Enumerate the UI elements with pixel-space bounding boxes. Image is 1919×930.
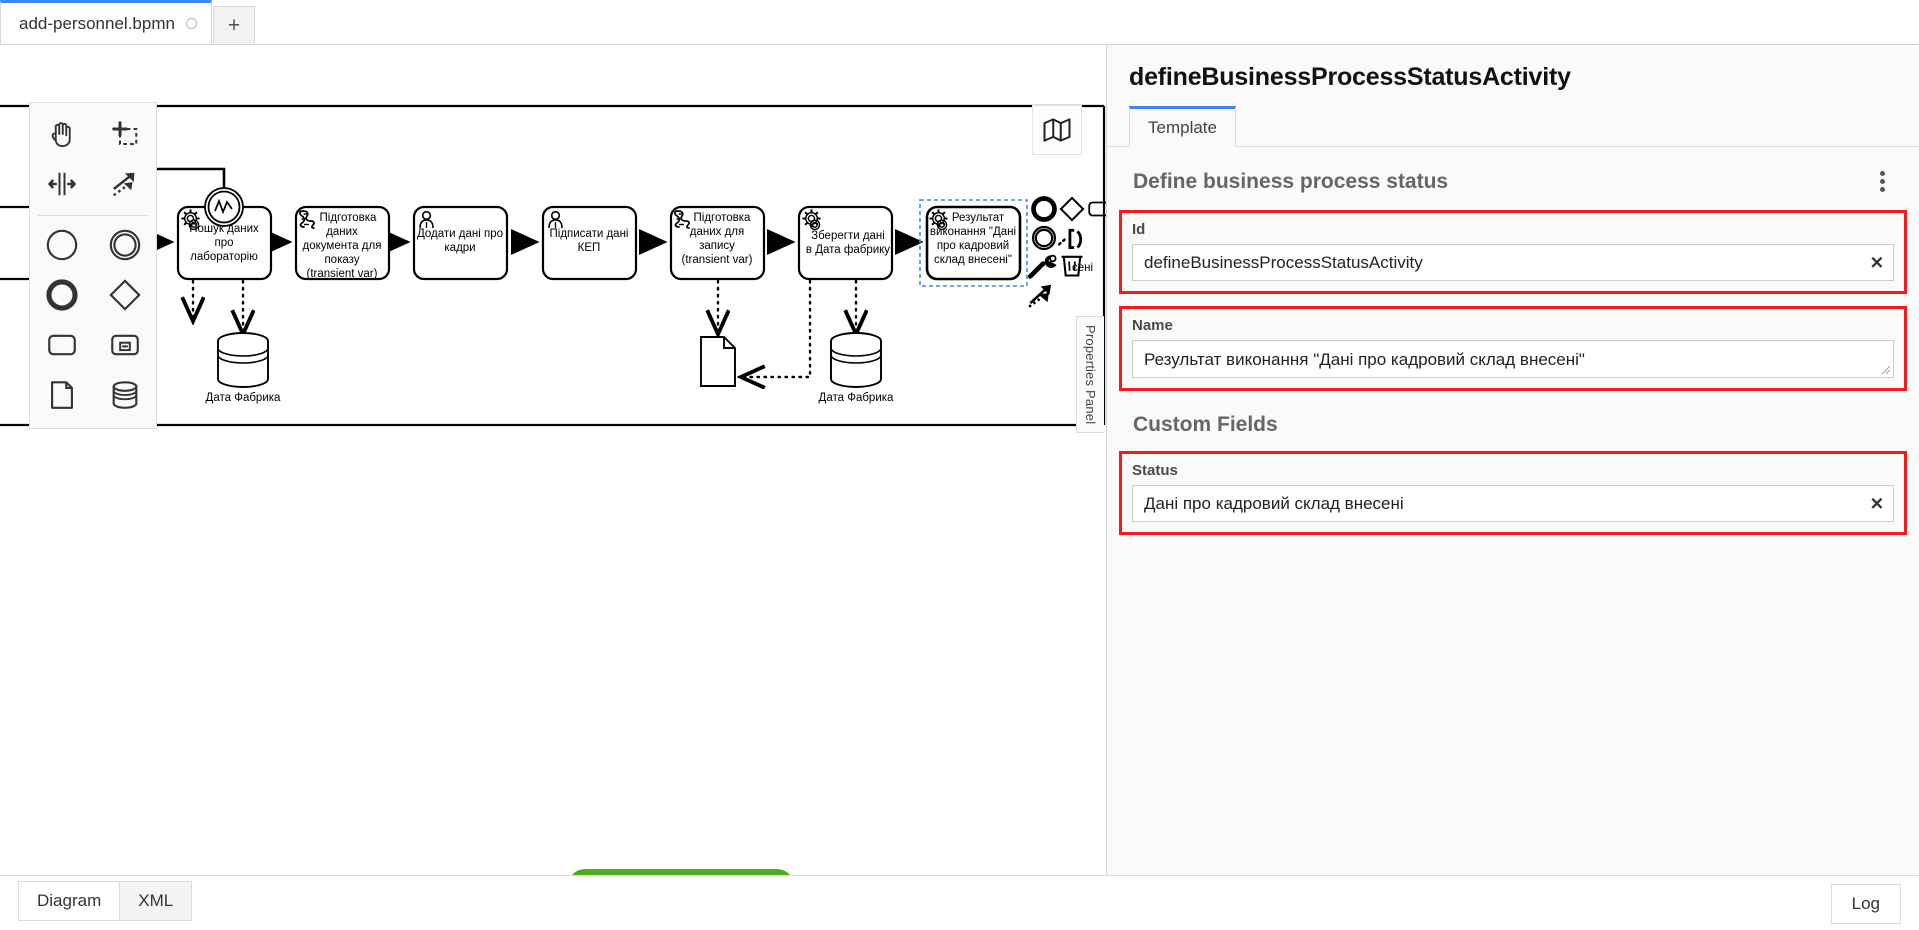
status-input[interactable]: Дані про кадровий склад внесені — [1132, 485, 1894, 522]
data-object-icon[interactable] — [30, 370, 93, 420]
svg-text:(transient var): (transient var) — [307, 268, 378, 280]
svg-text:лабораторію: лабораторію — [190, 251, 258, 263]
connect-icon[interactable] — [1028, 280, 1058, 313]
editor-tab-label: add-personnel.bpmn — [19, 14, 175, 34]
svg-text:даних для: даних для — [690, 226, 744, 238]
bpmn-editor-window: add-personnel.bpmn + — [0, 0, 1919, 930]
new-tab-label: + — [228, 14, 240, 38]
svg-text:про: про — [214, 237, 233, 249]
field-status-input-wrap: Дані про кадровий склад внесені ✕ — [1132, 485, 1894, 522]
svg-text:Підготовка: Підготовка — [694, 212, 752, 224]
svg-text:(transient var): (transient var) — [682, 254, 753, 266]
name-textarea[interactable]: Результат виконання "Дані про кадровий с… — [1132, 340, 1894, 378]
svg-text:склад внесені": склад внесені" — [934, 254, 1012, 266]
svg-text:Результат: Результат — [952, 212, 1005, 224]
id-input[interactable]: defineBusinessProcessStatusActivity — [1132, 244, 1894, 281]
data-object-node[interactable] — [701, 337, 735, 386]
bpmn-canvas[interactable]: а я Пошук даних про лаб — [0, 45, 1106, 875]
subprocess-icon[interactable] — [93, 320, 156, 370]
field-name-input-wrap: Результат виконання "Дані про кадровий с… — [1132, 340, 1894, 378]
hand-tool-icon[interactable] — [30, 109, 93, 159]
svg-text:КЕП: КЕП — [578, 242, 601, 254]
template-group-header: Define business process status — [1107, 147, 1919, 196]
append-gateway-icon[interactable] — [1058, 195, 1086, 228]
custom-fields-title: Custom Fields — [1107, 391, 1919, 437]
more-vertical-icon[interactable] — [1876, 167, 1889, 196]
data-store-node[interactable]: Дата Фабрика — [819, 333, 894, 404]
svg-text:виконання "Дані: виконання "Дані — [930, 226, 1016, 238]
field-status-container: Status Дані про кадровий склад внесені ✕ — [1119, 451, 1907, 535]
task-node[interactable]: Підписати дані КЕП — [543, 207, 636, 279]
lasso-tool-icon[interactable] — [93, 109, 156, 159]
clear-status-button[interactable]: ✕ — [1870, 495, 1884, 512]
log-button-label: Log — [1852, 894, 1880, 913]
template-group-title: Define business process status — [1133, 170, 1448, 194]
properties-panel: defineBusinessProcessStatusActivity Temp… — [1106, 45, 1919, 875]
tab-diagram[interactable]: Diagram — [18, 881, 120, 921]
end-event-icon[interactable] — [30, 270, 93, 320]
intermediate-event-node[interactable] — [205, 188, 243, 226]
editor-tab-bar: add-personnel.bpmn + — [0, 0, 1919, 45]
svg-text:кадри: кадри — [444, 242, 475, 254]
tab-xml-label: XML — [138, 891, 173, 910]
task-icon[interactable] — [30, 320, 93, 370]
svg-text:запису: запису — [699, 240, 735, 252]
start-event-icon[interactable] — [30, 220, 93, 270]
connect-tool-icon[interactable] — [93, 159, 156, 209]
new-tab-button[interactable]: + — [213, 6, 255, 44]
svg-text:документа для: документа для — [303, 240, 382, 252]
field-id-input-wrap: defineBusinessProcessStatusActivity ✕ — [1132, 244, 1894, 281]
bpmn-diagram-svg: а я Пошук даних про лаб — [0, 45, 1106, 875]
editor-tab-add-personnel[interactable]: add-personnel.bpmn — [0, 0, 212, 44]
unsaved-indicator-icon — [186, 18, 197, 29]
clear-id-button[interactable]: ✕ — [1870, 254, 1884, 271]
validation-status-badge[interactable]: 0 Errors, 0 Warnings — [568, 869, 794, 875]
svg-text:даних: даних — [326, 226, 358, 238]
data-store-node[interactable]: Дата Фабрика — [206, 333, 281, 404]
minimap-toggle-button[interactable] — [1032, 105, 1082, 155]
palette-separator — [38, 215, 149, 216]
field-id-container: Id defineBusinessProcessStatusActivity ✕ — [1119, 210, 1907, 294]
data-store-icon[interactable] — [93, 370, 156, 420]
svg-text:Дата Фабрика: Дата Фабрика — [819, 392, 894, 404]
svg-text:Підписати дані: Підписати дані — [550, 228, 629, 240]
task-node[interactable]: Підготовка даних для запису (transient v… — [671, 207, 764, 279]
svg-text:Дата Фабрика: Дата Фабрика — [206, 392, 281, 404]
properties-panel-title: defineBusinessProcessStatusActivity — [1107, 45, 1919, 92]
tab-template[interactable]: Template — [1129, 106, 1236, 147]
gateway-icon[interactable] — [93, 270, 156, 320]
field-name-label: Name — [1132, 317, 1894, 334]
svg-text:Додати дані про: Додати дані про — [417, 228, 503, 240]
svg-text:Зберегти дані: Зберегти дані — [811, 230, 885, 242]
field-name-container: Name Результат виконання "Дані про кадро… — [1119, 306, 1907, 391]
field-status-label: Status — [1132, 462, 1894, 479]
properties-panel-toggle[interactable]: Properties Panel — [1076, 316, 1104, 433]
intermediate-event-icon[interactable] — [93, 220, 156, 270]
tab-diagram-label: Diagram — [37, 891, 101, 910]
properties-panel-tabs: Template — [1129, 106, 1919, 147]
task-node[interactable]: Зберегти дані в Дата фабрику — [799, 207, 892, 279]
task-node[interactable]: Додати дані про кадри — [414, 207, 507, 279]
data-associations — [193, 281, 856, 377]
append-task-icon[interactable] — [1086, 196, 1106, 227]
space-tool-icon[interactable] — [30, 159, 93, 209]
svg-text:в Дата фабрику: в Дата фабрику — [806, 244, 890, 256]
properties-panel-toggle-label: Properties Panel — [1083, 325, 1098, 424]
svg-text:показу: показу — [324, 254, 359, 266]
svg-text:про кадровий: про кадровий — [937, 240, 1009, 252]
bottom-tab-bar: Diagram XML Log — [0, 875, 1919, 930]
bpmn-palette[interactable] — [29, 102, 157, 429]
tab-xml[interactable]: XML — [120, 881, 192, 921]
svg-text:Підготовка: Підготовка — [320, 212, 378, 224]
field-id-label: Id — [1132, 221, 1894, 238]
log-button[interactable]: Log — [1831, 884, 1901, 924]
task-node[interactable]: Підготовка даних документа для показу (t… — [296, 207, 389, 280]
task-node-selected[interactable]: Результат виконання "Дані про кадровий с… — [920, 200, 1027, 286]
tab-template-label: Template — [1148, 118, 1217, 137]
delete-icon[interactable] — [1058, 251, 1086, 284]
